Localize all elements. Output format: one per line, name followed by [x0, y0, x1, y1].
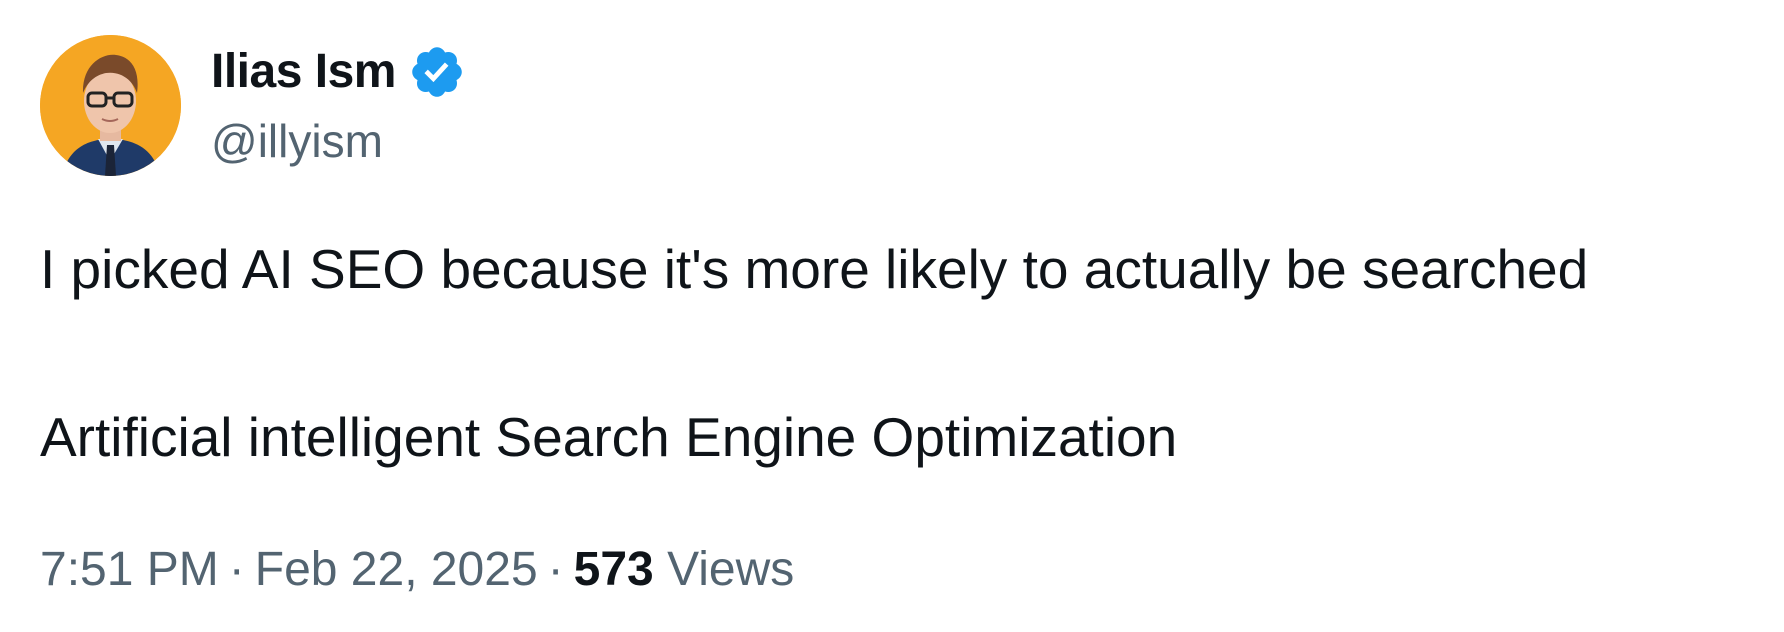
tweet-text-line-2: Artificial intelligent Search Engine Opt…	[40, 406, 1178, 468]
tweet-meta: 7:51 PM · Feb 22, 2025 · 573 Views	[40, 540, 794, 600]
author-handle[interactable]: @illyism	[211, 113, 383, 169]
avatar-portrait-image	[40, 35, 181, 176]
tweet-text-line-1: I picked AI SEO because it's more likely…	[40, 238, 1589, 300]
meta-separator: ·	[228, 543, 245, 596]
tweet-time: 7:51 PM	[40, 543, 219, 596]
tweet-card: Ilias Ism @illyism I picked AI SEO becau…	[0, 0, 1784, 632]
tweet-timestamp[interactable]: 7:51 PM · Feb 22, 2025	[40, 543, 538, 596]
author-display-name[interactable]: Ilias Ism	[211, 42, 396, 102]
author-name-row[interactable]: Ilias Ism	[211, 42, 466, 102]
verified-badge-icon	[408, 43, 466, 101]
views-label: Views	[667, 543, 795, 596]
views-count: 573	[573, 543, 654, 596]
avatar[interactable]	[40, 35, 181, 176]
meta-separator: ·	[547, 543, 564, 596]
tweet-date: Feb 22, 2025	[254, 543, 538, 596]
